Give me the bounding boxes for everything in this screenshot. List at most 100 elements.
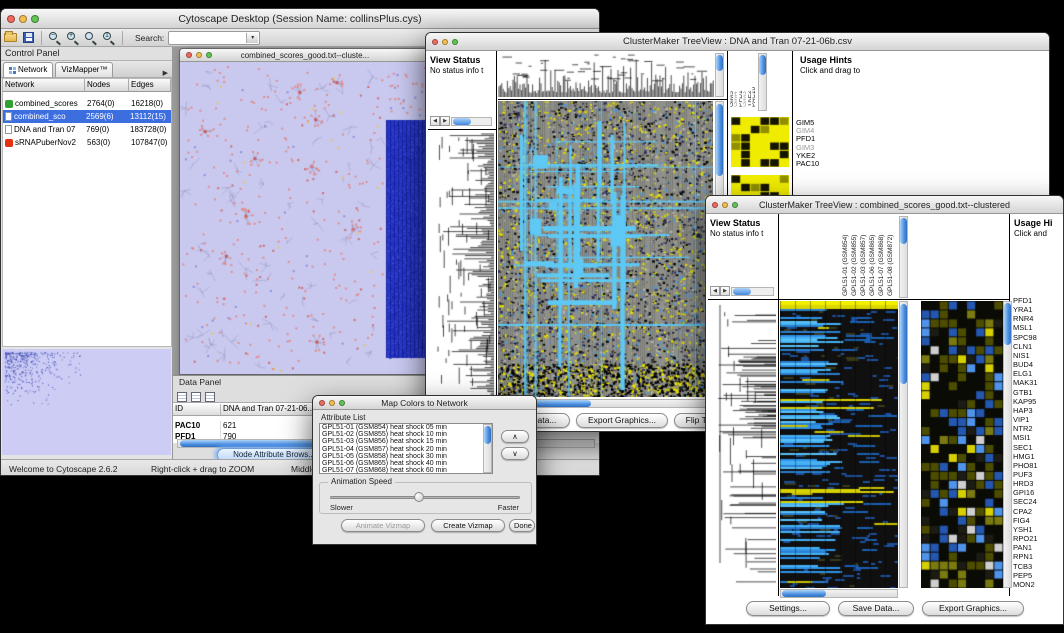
scroll-right-arrow[interactable]: ▶ — [440, 116, 450, 126]
zoom-vscrollbar[interactable] — [1003, 301, 1012, 588]
row-dendrogram-canvas[interactable] — [708, 301, 776, 588]
attribute-list-item[interactable]: GPL51-01 (GSM854) heat shock 05 min — [320, 424, 492, 431]
scroll-left-arrow[interactable]: ◀ — [710, 286, 720, 296]
zoom-matrix-canvas[interactable] — [731, 117, 789, 167]
main-titlebar[interactable]: Cytoscape Desktop (Session Name: collins… — [1, 9, 599, 29]
scroll-thumb[interactable] — [759, 55, 766, 75]
network-table-header[interactable]: Edges — [129, 79, 171, 92]
network-edges: 183728(0) — [130, 125, 171, 134]
minimize-button[interactable] — [442, 39, 448, 45]
treeview-button[interactable]: Export Graphics... — [576, 413, 668, 428]
minimize-button[interactable] — [19, 15, 27, 23]
scroll-thumb[interactable] — [716, 104, 723, 176]
control-panel: Network VizMapper™ ▶ NetworkNodesEdges c… — [1, 61, 173, 459]
network-name: DNA and Tran 07 — [14, 125, 86, 134]
close-button[interactable] — [7, 15, 15, 23]
scroll-track[interactable] — [451, 117, 492, 126]
labels-vscrollbar[interactable] — [758, 53, 767, 111]
zoom-button[interactable] — [339, 400, 345, 406]
zoom-button[interactable] — [452, 39, 458, 45]
animation-speed-slider[interactable] — [330, 496, 520, 499]
network-canvas[interactable] — [180, 62, 430, 374]
column-dendrogram-canvas[interactable] — [498, 53, 714, 97]
network-view-titlebar[interactable]: combined_scores_good.txt--cluste... — [180, 49, 430, 62]
heatmap-vscrollbar[interactable] — [899, 301, 908, 588]
zoom-button[interactable] — [732, 202, 738, 208]
close-button[interactable] — [319, 400, 325, 406]
scroll-track[interactable] — [731, 287, 774, 296]
network-table-row[interactable]: combined_scores2764(0)16218(0) — [3, 97, 171, 110]
attribute-list-item[interactable]: GPL51-03 (GSM856) heat shock 15 min — [320, 438, 492, 445]
chevron-down-icon[interactable]: ▾ — [246, 33, 258, 43]
scroll-thumb[interactable] — [1004, 303, 1011, 345]
treeview-dna-titlebar[interactable]: ClusterMaker TreeView : DNA and Tran 07-… — [426, 33, 1049, 51]
scroll-thumb[interactable] — [484, 426, 491, 444]
move-down-button[interactable]: ∨ — [501, 447, 529, 460]
zoom-out-icon: − — [49, 32, 61, 44]
zoom-in-button[interactable]: + — [64, 30, 82, 46]
dialog-button[interactable]: Animate Vizmap — [341, 519, 425, 532]
treeview-button[interactable]: Export Graphics... — [922, 601, 1024, 616]
row-dendrogram-canvas[interactable] — [428, 133, 494, 397]
table-icon[interactable] — [191, 392, 201, 402]
zoom-button[interactable] — [31, 15, 39, 23]
scroll-thumb[interactable] — [733, 288, 751, 295]
tab-overflow-arrow[interactable]: ▶ — [159, 69, 172, 77]
tab-network[interactable]: Network — [3, 62, 53, 77]
treeview-button[interactable]: Settings... — [746, 601, 830, 616]
list-vscrollbar[interactable] — [483, 424, 492, 473]
slider-thumb[interactable] — [414, 492, 424, 502]
close-button[interactable] — [432, 39, 438, 45]
search-input[interactable]: ▾ — [168, 31, 260, 45]
table-icon[interactable] — [205, 392, 215, 402]
scroll-thumb[interactable] — [900, 218, 907, 244]
zoom-out-button[interactable]: − — [46, 30, 64, 46]
heatmap-hscrollbar[interactable] — [780, 589, 898, 598]
heatmap-canvas[interactable] — [780, 301, 898, 588]
attribute-list-item[interactable]: GPL51-02 (GSM855) heat shock 10 min — [320, 431, 492, 438]
labels-vscrollbar[interactable] — [899, 216, 908, 298]
dialog-titlebar[interactable]: Map Colors to Network — [313, 396, 536, 410]
network-table-row[interactable]: sRNAPuberNov2563(0)107847(0) — [3, 136, 171, 149]
network-table-header[interactable]: Network — [3, 79, 85, 92]
scroll-left-arrow[interactable]: ◀ — [430, 116, 440, 126]
attribute-list-item[interactable]: GPL51-05 (GSM858) heat shock 30 min — [320, 453, 492, 460]
attribute-list-item[interactable]: GPL51-04 (GSM857) heat shock 20 min — [320, 446, 492, 453]
scroll-thumb[interactable] — [900, 304, 907, 384]
dendrogram-vscrollbar[interactable] — [715, 53, 724, 97]
data-table-header[interactable]: ID — [173, 404, 221, 416]
tab-vizmapper[interactable]: VizMapper™ — [55, 62, 113, 77]
move-up-button[interactable]: ∧ — [501, 430, 529, 443]
save-session-button[interactable] — [19, 30, 37, 46]
scroll-thumb[interactable] — [453, 118, 471, 125]
treeview-combined-titlebar[interactable]: ClusterMaker TreeView : combined_scores_… — [706, 196, 1063, 214]
heatmap-canvas[interactable] — [498, 101, 713, 397]
minimize-button[interactable] — [722, 202, 728, 208]
attribute-list[interactable]: GPL51-01 (GSM854) heat shock 05 minGPL51… — [319, 423, 493, 474]
attribute-list-item[interactable]: GPL51-06 (GSM865) heat shock 40 min — [320, 460, 492, 467]
network-overview-canvas[interactable] — [2, 349, 171, 455]
network-table-row[interactable]: DNA and Tran 07769(0)183728(0) — [3, 123, 171, 136]
usage-hints-title: Usage Hi — [1012, 216, 1063, 228]
close-button[interactable] — [712, 202, 718, 208]
gene-label: SEC1 — [1013, 443, 1063, 452]
network-table-row[interactable]: combined_sco2569(6)13112(15) — [3, 110, 171, 123]
attribute-list-item[interactable]: GPL51-07 (GSM868) heat shock 60 min — [320, 467, 492, 474]
minimize-button[interactable] — [196, 52, 202, 58]
dialog-button[interactable]: Done — [509, 519, 535, 532]
close-button[interactable] — [186, 52, 192, 58]
scroll-thumb[interactable] — [782, 590, 826, 597]
zoom-heatmap-canvas[interactable] — [921, 301, 1003, 588]
network-table-header[interactable]: Nodes — [85, 79, 129, 92]
table-icon[interactable] — [177, 392, 187, 402]
zoom-fit-button[interactable] — [82, 30, 100, 46]
zoom-button[interactable] — [206, 52, 212, 58]
open-session-button[interactable] — [1, 30, 19, 46]
column-array-label: GPL51-01 (GSM854) — [842, 216, 851, 296]
minimize-button[interactable] — [329, 400, 335, 406]
scroll-right-arrow[interactable]: ▶ — [720, 286, 730, 296]
treeview-button[interactable]: Save Data... — [838, 601, 914, 616]
scroll-thumb[interactable] — [716, 55, 723, 71]
zoom-selected-button[interactable]: 1 — [100, 30, 118, 46]
dialog-button[interactable]: Create Vizmap — [431, 519, 505, 532]
